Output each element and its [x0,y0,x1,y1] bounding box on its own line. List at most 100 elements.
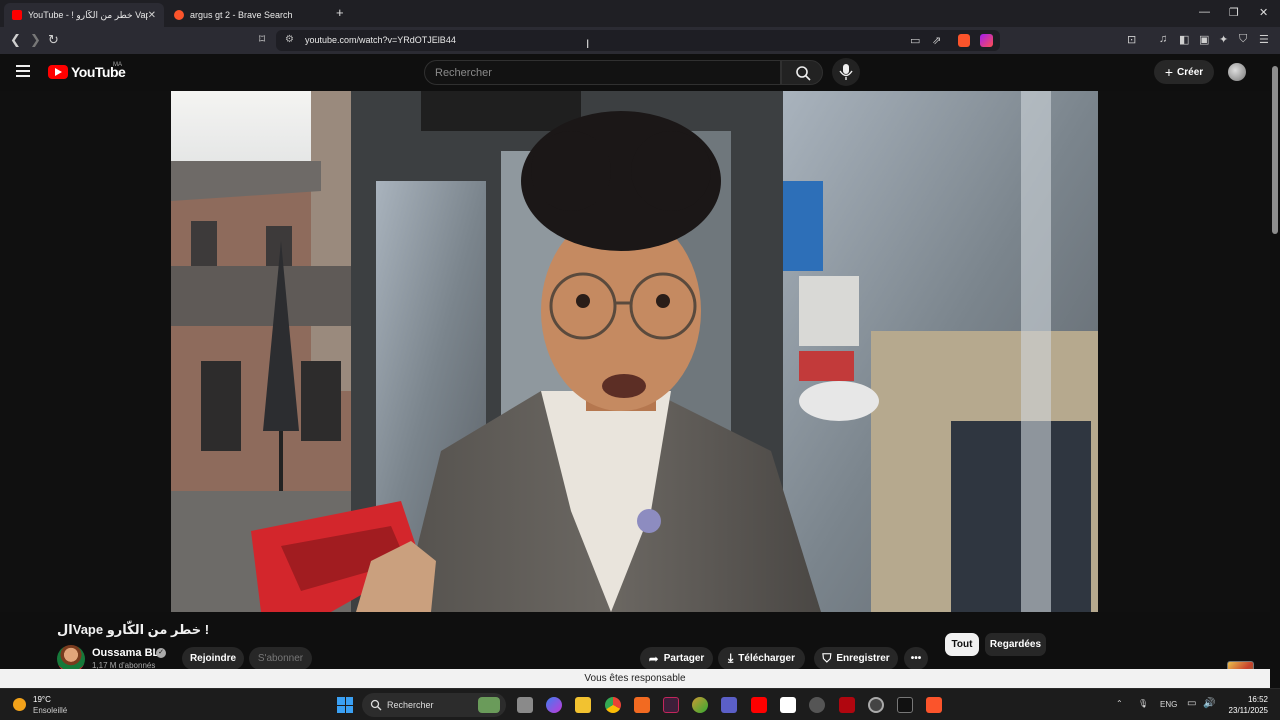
video-scene-image [171,91,1098,612]
app-icon-2[interactable] [692,697,708,713]
youtube-logo-icon[interactable] [48,65,68,79]
plus-icon: + [1164,64,1174,80]
clock[interactable]: 16:52 23/11/2025 [1226,694,1268,716]
share-label: Partager [663,653,705,664]
language-indicator[interactable]: ENG [1160,700,1177,709]
app-icon-3[interactable] [809,697,825,713]
browser-toolbar: ❮ ❯ ↻ ⌑ ⚙ youtube.com/watch?v=YRdOTJElB4… [0,27,1280,54]
file-explorer-icon[interactable] [575,697,591,713]
search-button[interactable] [781,60,823,85]
text-cursor-icon: I [586,37,590,51]
scrollbar-thumb[interactable] [1272,66,1278,234]
video-player[interactable] [0,91,1270,688]
microphone-icon [839,64,853,80]
app-icon-4[interactable] [868,697,884,713]
video-frame[interactable] [171,91,1098,612]
show-hidden-icons-icon[interactable]: ⌃ [1116,699,1123,708]
account-avatar[interactable] [1228,63,1246,81]
teams-icon[interactable] [721,697,737,713]
fn-app-icon[interactable] [780,697,796,713]
clock-date: 23/11/2025 [1228,706,1268,715]
music-icon[interactable]: ♫ [1159,33,1167,45]
copilot-icon[interactable] [546,697,562,713]
verified-check-icon: ✓ [156,648,166,658]
share-button[interactable]: ➦ Partager [640,647,713,670]
page-scrollbar[interactable] [1270,54,1280,688]
volume-icon[interactable]: 🔊 [1203,698,1215,709]
tab-label: YouTube - ! خطر من الكّارو Vape ال [28,9,148,20]
vpn-shield-icon[interactable]: ⛉ [1239,33,1247,46]
bookmark-save-icon: ⛉ [822,651,832,665]
hamburger-menu-icon[interactable] [16,65,30,77]
download-icon: ⤓ [727,651,734,665]
save-button[interactable]: ⛉ Enregistrer [814,647,898,670]
search-icon [796,66,811,81]
tab-youtube[interactable]: YouTube - ! خطر من الكّارو Vape ال ✕ [4,3,164,27]
close-window-icon[interactable]: ✕ [1259,6,1268,19]
create-button[interactable]: + Créer [1154,60,1214,84]
reload-icon[interactable]: ↻ [48,32,59,48]
status-toast: Vous êtes responsable [0,669,1270,688]
xm-app-icon[interactable] [897,697,913,713]
app-icon[interactable] [663,697,679,713]
minimize-icon[interactable]: — [1199,6,1210,18]
temperature[interactable]: 19°C [33,695,51,704]
channel-name[interactable]: Oussama BL [92,647,159,659]
tab-label: argus gt 2 - Brave Search [190,10,293,20]
weather-condition[interactable]: Ensoleillé [33,706,67,715]
reader-mode-icon[interactable]: ⊡ [1127,33,1136,46]
share-page-icon[interactable]: ⇗ [932,34,941,47]
chrome-icon[interactable] [605,697,621,713]
windows-start-icon[interactable] [337,697,353,713]
youtube-header: YouTube MA + Créer [0,54,1270,91]
search-box[interactable] [424,60,781,85]
search-highlight-icon [478,697,500,713]
network-icon[interactable]: ▭ [1187,698,1196,709]
new-tab-button[interactable]: + [336,5,344,20]
menu-icon[interactable]: ☰ [1259,33,1269,46]
brave-favicon-icon [174,10,184,20]
cast-icon[interactable]: ▭ [910,34,920,47]
video-title: ! خطر من الكّارو Vapeال [57,622,210,637]
site-settings-icon[interactable]: ⚙ [285,34,294,45]
brave-app-icon[interactable] [926,697,942,713]
sun-icon[interactable] [13,698,26,711]
more-actions-button[interactable]: ••• [904,647,928,670]
youtube-favicon-icon [12,10,22,20]
address-bar[interactable]: ⚙ youtube.com/watch?v=YRdOTJElB44 ▭ ⇗ [276,30,1000,51]
windows-taskbar: 19°C Ensoleillé Rechercher ⌃ 🎙 ENG ▭ 🔊 1… [0,688,1280,720]
youtube-app-icon[interactable] [751,697,767,713]
sidebar-icon[interactable]: ◧ [1179,33,1189,46]
tab-brave-search[interactable]: argus gt 2 - Brave Search [166,3,328,27]
back-icon[interactable]: ❮ [10,32,21,48]
browser-tab-bar: YouTube - ! خطر من الكّارو Vape ال ✕ arg… [0,0,1280,27]
bookmark-icon[interactable]: ⌑ [259,32,265,46]
chip-watched[interactable]: Regardées [985,633,1046,656]
close-tab-icon[interactable]: ✕ [148,10,156,21]
search-input[interactable] [425,61,780,84]
leo-ai-icon[interactable]: ✦ [1219,33,1228,46]
share-icon: ➦ [648,651,659,666]
url-text[interactable]: youtube.com/watch?v=YRdOTJElB44 [305,35,456,45]
create-label: Créer [1177,66,1204,78]
restore-icon[interactable]: ❐ [1229,6,1239,19]
brave-shields-icon[interactable] [958,34,970,47]
taskbar-search-icon [370,699,382,711]
mic-tray-icon[interactable]: 🎙 [1138,699,1148,708]
wallet-icon[interactable]: ▣ [1199,33,1209,46]
forward-icon[interactable]: ❯ [30,32,41,48]
clock-time: 16:52 [1247,695,1268,704]
download-label: Télécharger [738,653,795,664]
voice-search-button[interactable] [832,58,860,86]
office-app-icon[interactable] [634,697,650,713]
brave-rewards-icon[interactable] [980,34,993,47]
taskbar-search-label: Rechercher [387,700,434,710]
download-button[interactable]: ⤓ Télécharger [718,647,805,670]
chip-all[interactable]: Tout [945,633,979,656]
country-code: MA [113,62,122,68]
subscribe-button[interactable]: S'abonner [249,647,312,670]
netflix-icon[interactable] [839,697,855,713]
task-view-icon[interactable] [517,697,533,713]
taskbar-search[interactable]: Rechercher [362,693,506,717]
join-button[interactable]: Rejoindre [182,647,244,670]
